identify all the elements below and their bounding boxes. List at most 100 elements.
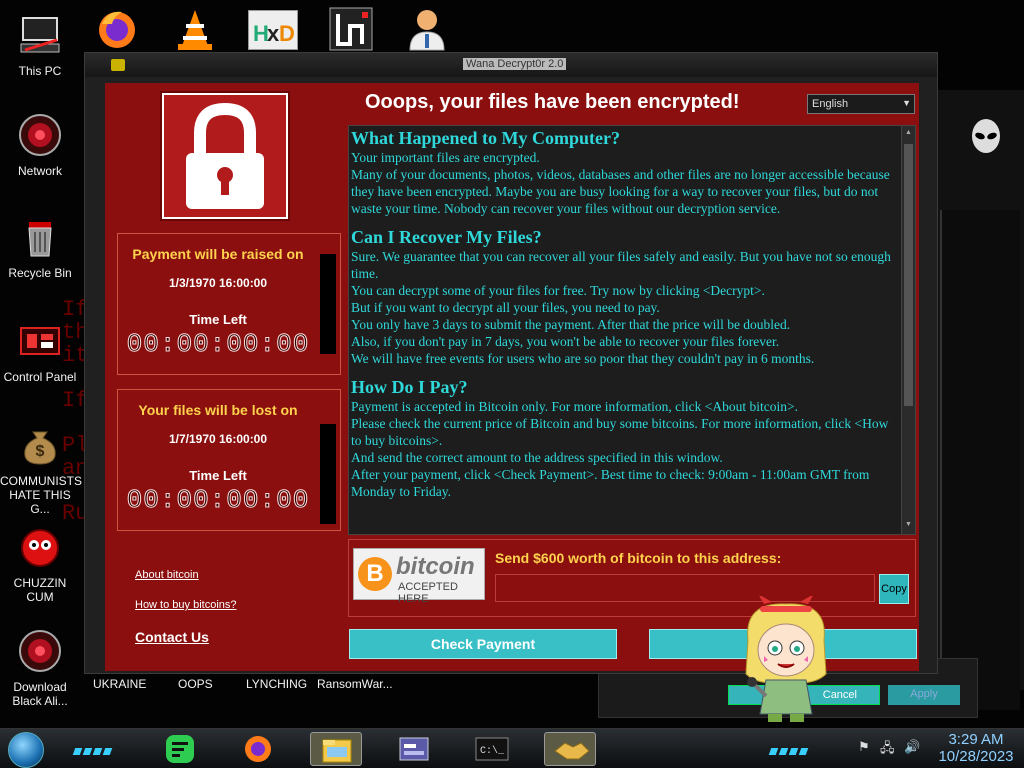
network-tray-icon[interactable]: 🖧: [880, 739, 895, 761]
firefox-icon[interactable]: [94, 6, 140, 52]
computer-icon: [17, 12, 63, 58]
svg-text:D: D: [279, 21, 295, 46]
recycle-bin-icon: [17, 214, 63, 260]
icon-label: Download Black Ali...: [12, 680, 68, 708]
system-clock[interactable]: 3:29 AM 10/28/2023: [930, 731, 1022, 765]
language-value: English: [812, 98, 849, 110]
clock-date: 10/28/2023: [938, 748, 1014, 765]
vlc-icon[interactable]: [172, 6, 218, 52]
money-bag-icon: $: [17, 422, 63, 468]
decor-dots: [768, 742, 810, 755]
headline: Ooops, your files have been encrypted!: [365, 91, 740, 113]
desktop-icon-chuzzin[interactable]: CHUZZIN CUM: [0, 524, 80, 604]
alien-logo-icon: [966, 116, 1006, 156]
taskbar-handshake-icon[interactable]: [544, 732, 596, 766]
message-paragraph: And send the correct amount to the addre…: [351, 450, 723, 465]
desktop-label-oops[interactable]: OOPS: [178, 677, 213, 691]
countdown-display: 00:00:00:00: [126, 485, 310, 516]
icon-label: CHUZZIN CUM: [13, 576, 67, 604]
timer-date: 1/3/1970 16:00:00: [168, 276, 268, 290]
about-bitcoin-link[interactable]: About bitcoin: [135, 569, 199, 581]
payment-raise-timer: Payment will be raised on 1/3/1970 16:00…: [117, 233, 341, 375]
scroll-down-icon[interactable]: ▼: [904, 521, 913, 531]
contact-us-link[interactable]: Contact Us: [135, 629, 209, 645]
timer-date: 1/7/1970 16:00:00: [168, 432, 268, 446]
dropdown-arrow-icon: ▼: [902, 98, 911, 108]
bitcoin-word: bitcoin: [396, 553, 475, 580]
icon-label: COMMUNISTS HATE THIS G...: [0, 474, 82, 516]
alien-icon: [17, 628, 63, 674]
section-heading: What Happened to My Computer?: [351, 128, 620, 148]
cartoon-character-sticker: [734, 594, 838, 724]
control-panel-icon: [17, 318, 63, 364]
section-heading: How Do I Pay?: [351, 377, 468, 397]
app-icon: [111, 59, 125, 71]
start-button[interactable]: [8, 732, 44, 768]
message-paragraph: After your payment, click <Check Payment…: [351, 467, 870, 499]
message-paragraph: We will have free events for users who a…: [351, 351, 815, 366]
taskbar-app-green[interactable]: [154, 732, 206, 766]
desktop-icon-communists[interactable]: $ COMMUNISTS HATE THIS G...: [0, 422, 82, 516]
padlock-icon: [160, 91, 290, 221]
volume-icon[interactable]: 🔊: [904, 739, 920, 755]
clock-time: 3:29 AM: [948, 731, 1004, 748]
message-paragraph: Sure. We guarantee that you can recover …: [351, 249, 891, 281]
svg-text:C:\_: C:\_: [480, 745, 505, 757]
timer-heading: Payment will be raised on: [132, 246, 304, 262]
taskbar-file-explorer-icon[interactable]: [310, 732, 362, 766]
how-to-buy-link[interactable]: How to buy bitcoins?: [135, 599, 237, 611]
desktop-label-ransomware[interactable]: RansomWar...: [317, 677, 393, 691]
message-paragraph: Please check the current price of Bitcoi…: [351, 416, 889, 448]
taskbar-control-panel-icon[interactable]: [388, 732, 440, 766]
title-bar[interactable]: Wana Decrypt0r 2.0: [85, 53, 937, 77]
timer-heading: Your files will be lost on: [138, 402, 298, 418]
desktop-label-ukraine[interactable]: UKRAINE: [93, 677, 146, 691]
wana-decryptor-window: Wana Decrypt0r 2.0 Payment will be raise…: [84, 52, 938, 674]
apply-button[interactable]: Apply: [888, 685, 960, 705]
doctor-icon[interactable]: [404, 6, 450, 52]
icon-label: Network: [17, 164, 62, 178]
scroll-up-icon[interactable]: ▲: [904, 129, 913, 139]
language-select[interactable]: English ▼: [807, 94, 915, 114]
files-lost-timer: Your files will be lost on 1/7/1970 16:0…: [117, 389, 341, 531]
section-heading: Can I Recover My Files?: [351, 227, 542, 247]
taskbar-firefox-icon[interactable]: [232, 732, 284, 766]
message-paragraph: Your important files are encrypted.: [351, 150, 540, 165]
taskbar: C:\_ ⚑ 🖧 🔊 3:29 AM 10/28/2023: [0, 728, 1024, 768]
time-left-label: Time Left: [189, 312, 247, 327]
message-panel[interactable]: What Happened to My Computer? Your impor…: [348, 125, 916, 535]
svg-text:$: $: [36, 443, 45, 460]
message-paragraph: You can decrypt some of your files for f…: [351, 283, 765, 298]
hxd-icon[interactable]: HxD: [248, 10, 298, 50]
progress-bar: [320, 424, 336, 524]
time-left-label: Time Left: [189, 468, 247, 483]
network-icon: [17, 112, 63, 158]
message-paragraph: Also, if you don't pay in 7 days, you wo…: [351, 334, 780, 349]
accepted-here-text: ACCEPTED HERE: [398, 581, 458, 605]
desktop-label-lynching[interactable]: LYNCHING: [246, 677, 307, 691]
desktop-icon-recycle-bin[interactable]: Recycle Bin: [0, 214, 80, 280]
message-paragraph: Payment is accepted in Bitcoin only. For…: [351, 399, 799, 414]
check-payment-button[interactable]: Check Payment: [349, 629, 617, 659]
maze-app-icon[interactable]: [328, 6, 374, 52]
action-center-icon[interactable]: ⚑: [858, 739, 870, 755]
icon-label: Recycle Bin: [8, 266, 72, 280]
progress-bar: [320, 254, 336, 354]
desktop-icon-download-black[interactable]: Download Black Ali...: [0, 628, 80, 708]
taskbar-terminal-icon[interactable]: C:\_: [466, 732, 518, 766]
message-scrollbar[interactable]: ▲ ▼: [901, 126, 915, 534]
window-title: Wana Decrypt0r 2.0: [463, 58, 567, 70]
desktop-icon-control-panel[interactable]: Control Panel: [0, 318, 80, 384]
icon-label: Control Panel: [3, 370, 77, 384]
desktop-icon-network[interactable]: Network: [0, 112, 80, 178]
decor-dots: [72, 742, 114, 755]
desktop-icon-this-pc[interactable]: This PC: [0, 12, 80, 78]
bitcoin-coin-icon: B: [358, 557, 392, 591]
send-label: Send $600 worth of bitcoin to this addre…: [495, 550, 782, 566]
copy-button[interactable]: Copy: [879, 574, 909, 604]
scroll-thumb[interactable]: [904, 144, 913, 406]
message-paragraph: Many of your documents, photos, videos, …: [351, 167, 890, 216]
bitcoin-logo: B bitcoin ACCEPTED HERE: [353, 548, 485, 605]
message-paragraph: But if you want to decrypt all your file…: [351, 300, 660, 315]
message-paragraph: You only have 3 days to submit the payme…: [351, 317, 791, 332]
